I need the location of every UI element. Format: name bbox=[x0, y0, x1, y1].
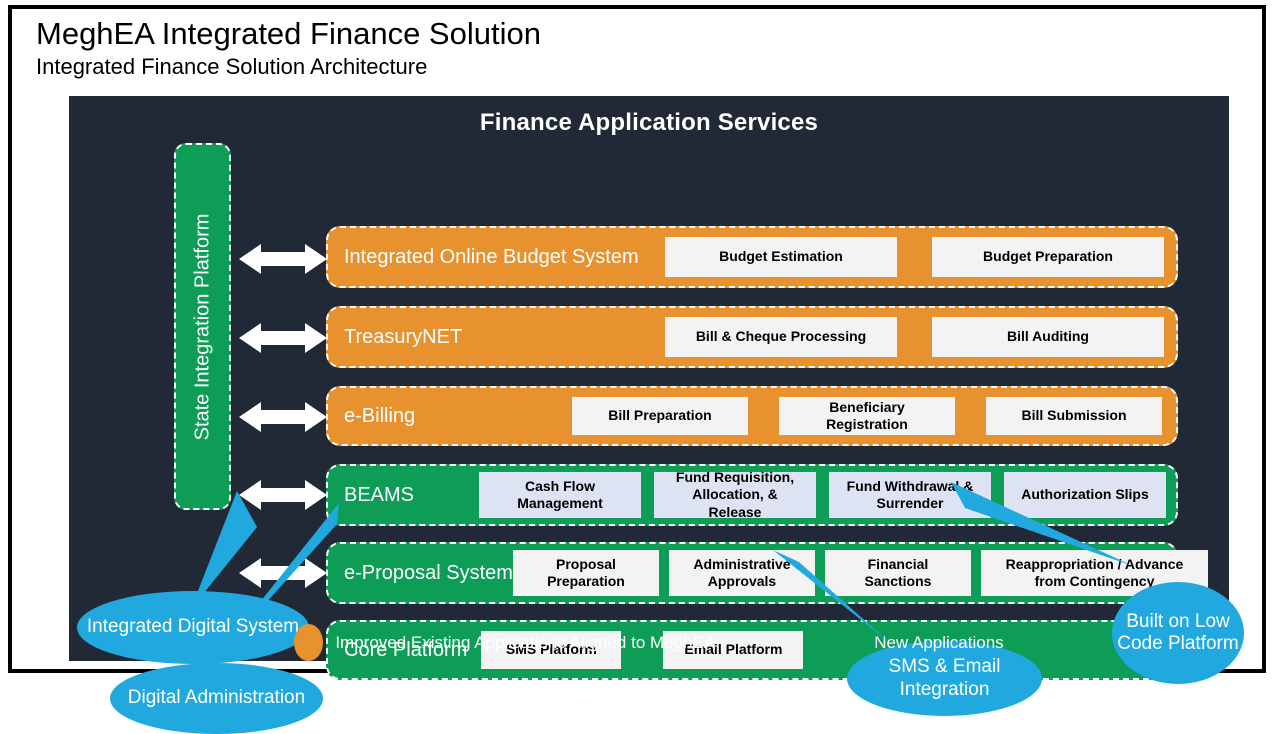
double-arrow-icon bbox=[239, 400, 327, 434]
row-label: e-Proposal System bbox=[344, 561, 513, 584]
service-chip[interactable]: Budget Estimation bbox=[665, 237, 897, 277]
row-label: TreasuryNET bbox=[344, 325, 463, 348]
service-chip[interactable]: Beneficiary Registration bbox=[779, 397, 955, 435]
legend-label: Improved Existing Applications Aligned t… bbox=[335, 632, 716, 652]
service-chip[interactable]: Bill Auditing bbox=[932, 317, 1164, 357]
service-chip[interactable]: Bill Preparation bbox=[572, 397, 748, 435]
row-items: Bill & Cheque Processing Bill Auditing bbox=[462, 317, 1176, 357]
row-label: Integrated Online Budget System bbox=[344, 245, 639, 268]
legend-swatch-orange-icon bbox=[294, 624, 324, 661]
service-row-integrated-online-budget-system[interactable]: Integrated Online Budget System Budget E… bbox=[326, 226, 1178, 288]
legend-label: New Applications bbox=[874, 632, 1004, 652]
callout-text: SMS & Email Integration bbox=[888, 656, 1001, 700]
slide-frame: MeghEA Integrated Finance Solution Integ… bbox=[8, 5, 1266, 734]
service-chip[interactable]: Fund Requisition, Allocation, & Release bbox=[654, 469, 816, 520]
service-row-e-billing[interactable]: e-Billing Bill Preparation Beneficiary R… bbox=[326, 386, 1178, 446]
legend-swatch-green-icon bbox=[833, 624, 863, 661]
state-integration-platform-bar: State Integration Platform bbox=[174, 143, 231, 510]
service-chip[interactable]: Bill & Cheque Processing bbox=[665, 317, 897, 357]
page-subtitle: Integrated Finance Solution Architecture bbox=[36, 53, 428, 79]
callout-tail bbox=[949, 480, 1179, 600]
legend-item-new-applications: New Applications bbox=[833, 624, 1004, 661]
service-chip[interactable]: Proposal Preparation bbox=[512, 550, 659, 596]
callout-text: Digital Administration bbox=[127, 687, 306, 709]
row-label: e-Billing bbox=[344, 404, 416, 427]
service-chip[interactable]: Cash Flow Management bbox=[479, 472, 641, 518]
double-arrow-icon bbox=[239, 321, 327, 355]
service-chip[interactable]: Bill Submission bbox=[986, 397, 1162, 435]
page-title: MeghEA Integrated Finance Solution bbox=[36, 16, 541, 51]
row-items: Bill Preparation Beneficiary Registratio… bbox=[415, 397, 1176, 435]
service-row-treasurynet[interactable]: TreasuryNET Bill & Cheque Processing Bil… bbox=[326, 306, 1178, 368]
architecture-diagram-panel: Finance Application Services State Integ… bbox=[69, 96, 1244, 734]
double-arrow-icon bbox=[239, 242, 327, 276]
row-items: Budget Estimation Budget Preparation bbox=[639, 237, 1176, 277]
callout-digital-administration: Digital Administration bbox=[110, 663, 323, 734]
state-integration-platform-label: State Integration Platform bbox=[191, 213, 213, 440]
legend-item-improved-existing: Improved Existing Applications Aligned t… bbox=[294, 624, 715, 661]
service-chip[interactable]: Budget Preparation bbox=[932, 237, 1164, 277]
title-block: MeghEA Integrated Finance Solution Integ… bbox=[36, 16, 936, 80]
panel-title: Finance Application Services bbox=[479, 109, 819, 136]
legend: Improved Existing Applications Aligned t… bbox=[69, 624, 1229, 661]
